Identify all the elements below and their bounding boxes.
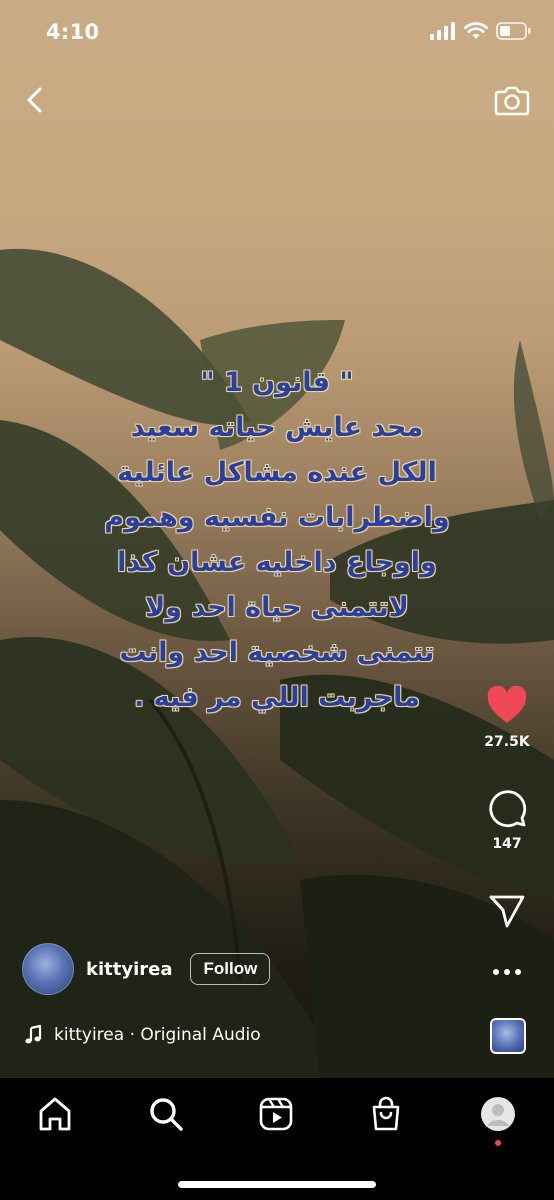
music-note-icon xyxy=(25,1024,42,1044)
profile-avatar xyxy=(481,1097,515,1131)
more-options-icon[interactable] xyxy=(487,962,527,982)
author-avatar[interactable] xyxy=(22,943,74,995)
status-time: 4:10 xyxy=(46,20,100,44)
overlay-line: تتمنى شخصية احد وانت xyxy=(119,637,435,668)
video-text-overlay: " قانون 1 " محد عايش حياته سعيد الكل عند… xyxy=(92,360,462,720)
tab-home[interactable] xyxy=(33,1092,77,1136)
search-icon xyxy=(150,1098,183,1131)
audio-thumbnail[interactable] xyxy=(490,1018,526,1054)
notification-dot xyxy=(495,1140,501,1146)
home-indicator xyxy=(178,1181,376,1188)
status-icons xyxy=(430,22,532,40)
back-button[interactable] xyxy=(18,82,54,118)
battery-icon xyxy=(496,22,531,40)
audio-label: kittyirea · Original Audio xyxy=(54,1025,261,1045)
overlay-line: الكل عنده مشاكل عائلية xyxy=(117,457,437,488)
wifi-icon xyxy=(464,22,488,39)
chevron-left-icon xyxy=(27,87,42,113)
shop-icon xyxy=(372,1096,400,1131)
reels-icon xyxy=(259,1097,293,1131)
like-count: 27.5K xyxy=(484,734,530,750)
overlay-line: محد عايش حياته سعيد xyxy=(130,412,424,443)
more-options-action xyxy=(482,962,532,986)
heart-icon[interactable] xyxy=(486,685,528,726)
tab-reels[interactable] xyxy=(254,1092,298,1136)
audio-row[interactable]: kittyirea · Original Audio xyxy=(22,1024,261,1046)
send-icon[interactable] xyxy=(487,892,527,930)
author-row: kittyirea Follow xyxy=(22,943,271,995)
comment-count: 147 xyxy=(492,836,522,852)
overlay-line: " قانون 1 " xyxy=(200,367,354,398)
tab-search[interactable] xyxy=(144,1092,188,1136)
tab-profile[interactable] xyxy=(476,1092,520,1136)
overlay-line: واضطرابات نفسيه وهموم xyxy=(104,502,450,533)
like-action: 27.5K xyxy=(482,685,532,750)
camera-icon xyxy=(494,86,530,116)
home-icon xyxy=(39,1097,71,1131)
comment-icon[interactable] xyxy=(486,786,528,828)
signal-icon xyxy=(430,22,455,40)
status-bar: 4:10 xyxy=(0,0,554,66)
follow-button[interactable]: Follow xyxy=(190,953,271,985)
overlay-line: ماجربت اللي مر فيه . xyxy=(133,682,420,713)
share-action xyxy=(482,892,532,934)
camera-button[interactable] xyxy=(492,80,532,120)
author-username[interactable]: kittyirea xyxy=(86,959,172,980)
overlay-line: واوجاع داخليه عشان كذا xyxy=(117,547,437,578)
comment-action: 147 xyxy=(482,786,532,852)
overlay-line: لاتتمنى حياة احد ولا xyxy=(145,592,409,623)
tab-shop[interactable] xyxy=(364,1092,408,1136)
